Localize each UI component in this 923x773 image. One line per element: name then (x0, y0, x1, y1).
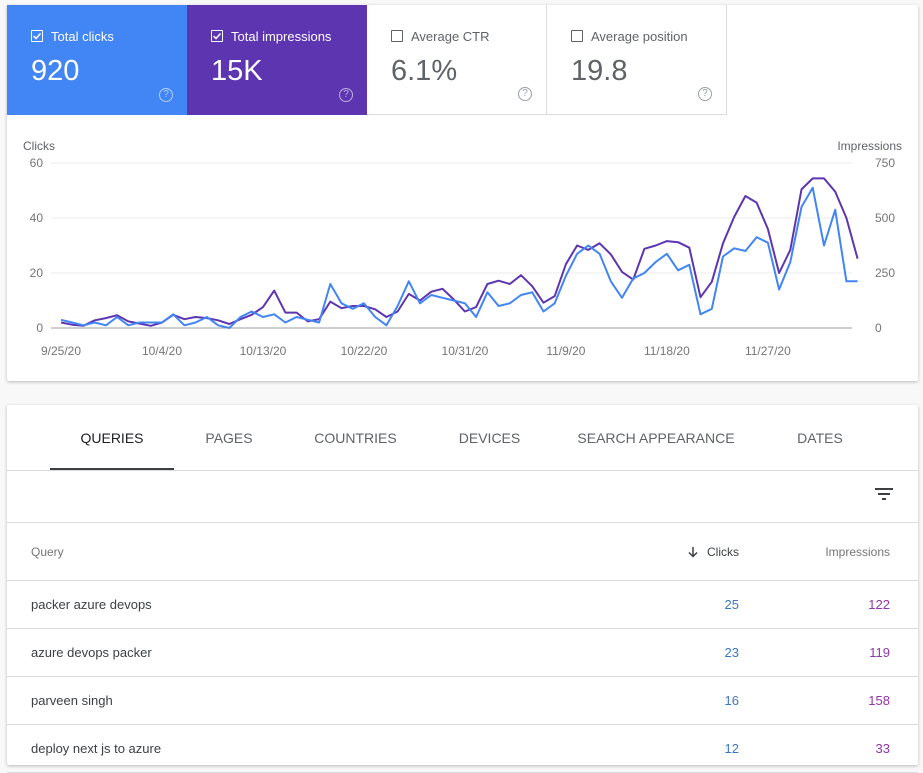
x-tick-label: 10/31/20 (442, 344, 489, 358)
metric-value: 15K (211, 55, 263, 87)
x-tick-label: 11/18/20 (644, 344, 690, 358)
query-cell: packer azure devops (31, 597, 152, 612)
metric-average-position[interactable]: Average position 19.8 ? (547, 5, 727, 115)
checkbox-checked-icon[interactable] (211, 30, 223, 42)
sort-arrow-down-icon (688, 547, 698, 558)
tab-countries[interactable]: COUNTRIES (284, 405, 427, 470)
left-tick-label: 20 (30, 266, 44, 280)
column-header-clicks[interactable]: Clicks (687, 545, 739, 559)
table-header: Query Clicks Impressions (7, 523, 918, 581)
column-header-impressions[interactable]: Impressions (825, 545, 890, 559)
table-row[interactable]: parveen singh 16 158 (7, 677, 918, 725)
dimension-tabs: QUERIES PAGES COUNTRIES DEVICES SEARCH A… (7, 405, 918, 471)
checkbox-unchecked-icon[interactable] (571, 30, 583, 42)
query-cell: azure devops packer (31, 645, 152, 660)
clicks-cell: 16 (724, 693, 739, 708)
query-cell: deploy next js to azure (31, 741, 162, 756)
metric-value: 6.1% (391, 55, 458, 87)
clicks-cell: 12 (724, 741, 739, 756)
clicks-cell: 25 (724, 597, 739, 612)
x-tick-label: 10/13/20 (240, 344, 287, 358)
performance-card: Total clicks 920 ? Total impressions 15K… (7, 5, 918, 381)
tab-pages[interactable]: PAGES (174, 405, 284, 470)
filter-bar (7, 471, 918, 523)
x-tick-label: 11/9/20 (546, 344, 585, 358)
metric-label: Total clicks (51, 29, 114, 44)
help-icon[interactable]: ? (698, 87, 712, 101)
right-tick-label: 250 (875, 266, 895, 280)
metric-value: 19.8 (571, 55, 628, 87)
metric-average-ctr[interactable]: Average CTR 6.1% ? (367, 5, 547, 115)
queries-card: QUERIES PAGES COUNTRIES DEVICES SEARCH A… (7, 405, 918, 773)
chart-svg: 0 20 40 60 0 250 500 750 9/25/20 10/4/20 10/13/20 1… (30, 156, 896, 358)
performance-chart: Clicks Impressions 0 20 40 60 0 250 500 750 9/25… (7, 115, 918, 381)
impressions-cell: 33 (875, 741, 890, 756)
left-tick-label: 60 (30, 156, 44, 170)
column-header-query[interactable]: Query (31, 545, 64, 559)
metric-label: Average CTR (411, 29, 490, 44)
impressions-cell: 158 (868, 693, 890, 708)
metric-value: 920 (31, 55, 80, 87)
table-row[interactable]: packer azure devops 25 122 (7, 581, 918, 629)
x-tick-label: 11/27/20 (745, 344, 791, 358)
impressions-cell: 122 (868, 597, 890, 612)
table-row[interactable]: deploy next js to azure 12 33 (7, 725, 918, 773)
left-tick-label: 0 (36, 321, 43, 335)
x-tick-label: 10/4/20 (142, 344, 182, 358)
column-header-clicks-label: Clicks (707, 545, 739, 559)
x-tick-label: 9/25/20 (41, 344, 81, 358)
metric-label: Average position (591, 29, 688, 44)
checkbox-checked-icon[interactable] (31, 30, 43, 42)
series-line-impressions (60, 177, 859, 327)
clicks-cell: 23 (724, 645, 739, 660)
filter-icon[interactable] (875, 487, 893, 501)
metric-total-clicks[interactable]: Total clicks 920 ? (7, 5, 187, 115)
help-icon[interactable]: ? (339, 88, 353, 102)
metric-total-impressions[interactable]: Total impressions 15K ? (187, 5, 367, 115)
help-icon[interactable]: ? (159, 88, 173, 102)
metric-label: Total impressions (231, 29, 332, 44)
impressions-cell: 119 (869, 645, 890, 660)
query-cell: parveen singh (31, 693, 113, 708)
x-tick-label: 10/22/20 (341, 344, 388, 358)
help-icon[interactable]: ? (518, 87, 532, 101)
right-tick-label: 500 (875, 211, 895, 225)
left-tick-label: 40 (30, 211, 44, 225)
checkbox-unchecked-icon[interactable] (391, 30, 403, 42)
tab-dates[interactable]: DATES (760, 405, 880, 470)
right-tick-label: 750 (875, 156, 895, 170)
tab-search-appearance[interactable]: SEARCH APPEARANCE (552, 405, 760, 470)
tab-queries[interactable]: QUERIES (50, 405, 174, 470)
metric-cards: Total clicks 920 ? Total impressions 15K… (7, 5, 727, 115)
table-row[interactable]: azure devops packer 23 119 (7, 629, 918, 677)
tab-devices[interactable]: DEVICES (427, 405, 552, 470)
right-tick-label: 0 (875, 321, 882, 335)
